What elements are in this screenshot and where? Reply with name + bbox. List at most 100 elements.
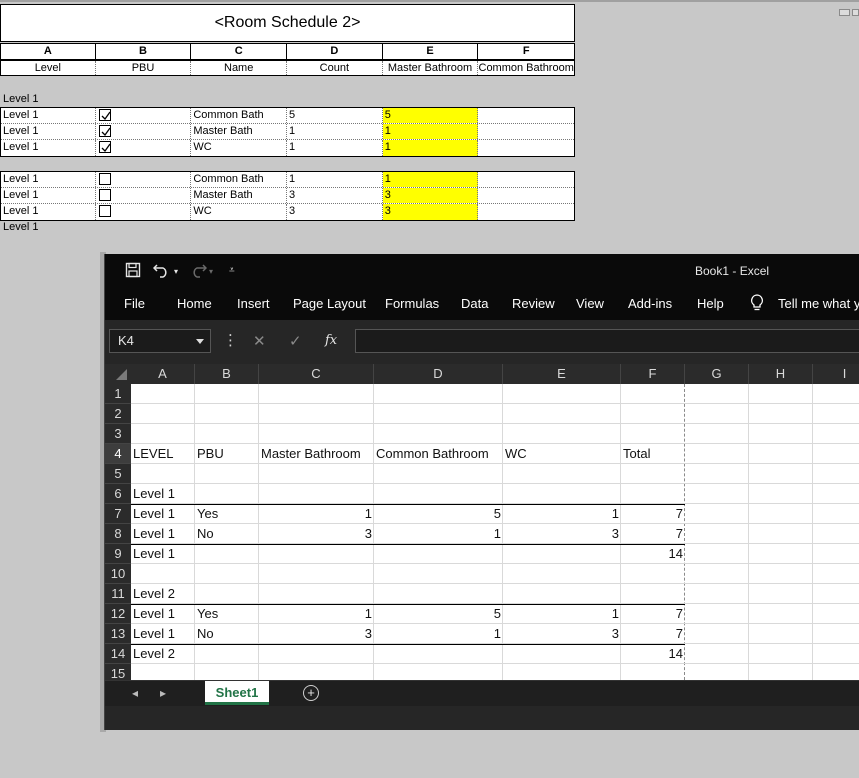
- col-letter-f[interactable]: F: [478, 44, 574, 59]
- undo-dropdown-icon[interactable]: ▾: [174, 267, 178, 276]
- cell-level[interactable]: Level 1: [1, 204, 96, 220]
- row-header-10[interactable]: 10: [105, 564, 131, 584]
- header-count[interactable]: Count: [287, 61, 383, 75]
- cell-a6[interactable]: Level 1: [131, 484, 195, 504]
- cell-a14[interactable]: Level 2: [131, 644, 195, 664]
- tab-view[interactable]: View: [576, 296, 604, 311]
- cell-pbu[interactable]: [96, 172, 192, 187]
- cell-f9[interactable]: 14: [621, 544, 685, 564]
- row-header-15[interactable]: 15: [105, 664, 131, 680]
- header-name[interactable]: Name: [191, 61, 288, 75]
- cell-c8[interactable]: 3: [259, 524, 374, 544]
- cell-b8[interactable]: No: [195, 524, 259, 544]
- cell-f7[interactable]: 7: [621, 504, 685, 524]
- cell-b13[interactable]: No: [195, 624, 259, 644]
- cell-count[interactable]: 3: [287, 188, 383, 203]
- cell-a8[interactable]: Level 1: [131, 524, 195, 544]
- select-all-button[interactable]: [105, 364, 131, 384]
- cell-b4[interactable]: PBU: [195, 444, 259, 464]
- cell-d7[interactable]: 5: [374, 504, 503, 524]
- undo-icon[interactable]: [152, 262, 171, 281]
- row-header-9[interactable]: 9: [105, 544, 131, 564]
- tab-review[interactable]: Review: [512, 296, 555, 311]
- row-header-1[interactable]: 1: [105, 384, 131, 404]
- cell-common-bathroom[interactable]: [478, 188, 574, 203]
- tab-page-layout[interactable]: Page Layout: [293, 296, 366, 311]
- function-icon[interactable]: fx: [325, 333, 337, 348]
- tab-home[interactable]: Home: [177, 296, 212, 311]
- cell-level[interactable]: Level 1: [1, 140, 96, 156]
- checkbox-checked[interactable]: [98, 109, 111, 121]
- cell-d12[interactable]: 5: [374, 604, 503, 624]
- schedule-row[interactable]: Level 1 Common Bath 5 5: [1, 108, 574, 124]
- checkbox-checked[interactable]: [98, 141, 111, 153]
- cell-common-bathroom[interactable]: [478, 140, 574, 156]
- col-letter-c[interactable]: C: [191, 44, 288, 59]
- column-header-a[interactable]: A: [131, 364, 195, 384]
- cell-pbu[interactable]: [96, 108, 192, 123]
- cell-e12[interactable]: 1: [503, 604, 621, 624]
- cell-name[interactable]: WC: [191, 204, 288, 220]
- cell-master-bathroom[interactable]: 5: [382, 108, 479, 123]
- cell-count[interactable]: 3: [287, 204, 383, 220]
- column-header-b[interactable]: B: [195, 364, 259, 384]
- redo-icon[interactable]: [189, 262, 208, 281]
- cell-a13[interactable]: Level 1: [131, 624, 195, 644]
- cell-c7[interactable]: 1: [259, 504, 374, 524]
- row-header-2[interactable]: 2: [105, 404, 131, 424]
- row-header-14[interactable]: 14: [105, 644, 131, 664]
- header-pbu[interactable]: PBU: [96, 61, 192, 75]
- cell-a12[interactable]: Level 1: [131, 604, 195, 624]
- add-sheet-button[interactable]: +: [303, 685, 319, 701]
- cell-a9[interactable]: Level 1: [131, 544, 195, 564]
- lightbulb-icon[interactable]: [750, 294, 764, 315]
- tab-insert[interactable]: Insert: [237, 296, 270, 311]
- header-common-bathroom[interactable]: Common Bathroom: [478, 61, 574, 75]
- column-header-i[interactable]: I: [813, 364, 859, 384]
- row-header-8[interactable]: 8: [105, 524, 131, 544]
- tab-file[interactable]: File: [124, 296, 145, 311]
- cell-pbu[interactable]: [96, 140, 192, 156]
- sheet-scroll-right-icon[interactable]: ▸: [160, 686, 166, 700]
- tab-formulas[interactable]: Formulas: [385, 296, 439, 311]
- col-letter-b[interactable]: B: [96, 44, 192, 59]
- cell-e8[interactable]: 3: [503, 524, 621, 544]
- cell-c13[interactable]: 3: [259, 624, 374, 644]
- row-header-7[interactable]: 7: [105, 504, 131, 524]
- minimize-icon[interactable]: [839, 9, 850, 16]
- cell-e7[interactable]: 1: [503, 504, 621, 524]
- schedule-row[interactable]: Level 1 Common Bath 1 1: [1, 172, 574, 188]
- cell-d13[interactable]: 1: [374, 624, 503, 644]
- schedule-row[interactable]: Level 1 Master Bath 3 3: [1, 188, 574, 204]
- cell-name[interactable]: Master Bath: [191, 188, 288, 203]
- cell-pbu[interactable]: [96, 124, 192, 139]
- col-letter-d[interactable]: D: [287, 44, 383, 59]
- name-box-dropdown-icon[interactable]: [196, 339, 204, 344]
- cell-b12[interactable]: Yes: [195, 604, 259, 624]
- column-header-h[interactable]: H: [749, 364, 813, 384]
- checkbox-unchecked[interactable]: [98, 205, 111, 217]
- cell-master-bathroom[interactable]: 3: [382, 204, 479, 220]
- cell-level[interactable]: Level 1: [1, 124, 96, 139]
- checkbox-unchecked[interactable]: [98, 189, 111, 201]
- name-box[interactable]: K4: [109, 329, 211, 353]
- tab-data[interactable]: Data: [461, 296, 488, 311]
- col-letter-a[interactable]: A: [1, 44, 96, 59]
- schedule-row[interactable]: Level 1 Master Bath 1 1: [1, 124, 574, 140]
- row-header-6[interactable]: 6: [105, 484, 131, 504]
- cell-count[interactable]: 1: [287, 172, 383, 187]
- cell-common-bathroom[interactable]: [478, 204, 574, 220]
- cell-common-bathroom[interactable]: [478, 108, 574, 123]
- cell-level[interactable]: Level 1: [1, 188, 96, 203]
- customize-quick-access-icon[interactable]: ⩡: [229, 265, 235, 276]
- cell-name[interactable]: Common Bath: [191, 108, 288, 123]
- cell-a11[interactable]: Level 2: [131, 584, 195, 604]
- schedule-row[interactable]: Level 1 WC 3 3: [1, 204, 574, 220]
- cell-level[interactable]: Level 1: [1, 172, 96, 187]
- cell-name[interactable]: WC: [191, 140, 288, 156]
- sheet-scroll-left-icon[interactable]: ◂: [132, 686, 138, 700]
- row-header-11[interactable]: 11: [105, 584, 131, 604]
- cell-count[interactable]: 1: [287, 124, 383, 139]
- row-header-3[interactable]: 3: [105, 424, 131, 444]
- row-header-5[interactable]: 5: [105, 464, 131, 484]
